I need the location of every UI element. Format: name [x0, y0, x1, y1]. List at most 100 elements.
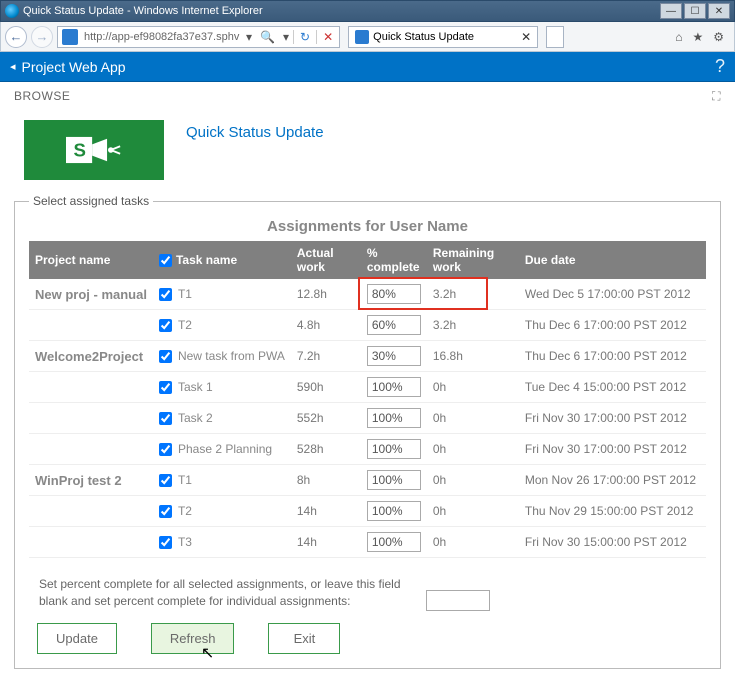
cell-due: Tue Dec 4 15:00:00 PST 2012	[519, 372, 706, 403]
home-icon[interactable]: ⌂	[675, 30, 682, 44]
cell-remaining: 3.2h	[427, 279, 519, 310]
cell-task: Task 2	[153, 403, 291, 434]
forward-button[interactable]: →	[31, 26, 53, 48]
tab-close-icon[interactable]: ✕	[521, 30, 531, 44]
exit-button[interactable]: Exit	[268, 623, 340, 654]
cell-remaining: 0h	[427, 403, 519, 434]
cell-actual: 7.2h	[291, 341, 361, 372]
browse-tab[interactable]: BROWSE	[14, 89, 70, 103]
table-row: New proj - manualT112.8h3.2hWed Dec 5 17…	[29, 279, 706, 310]
table-row: Task 1590h0hTue Dec 4 15:00:00 PST 2012	[29, 372, 706, 403]
percent-input[interactable]	[367, 408, 421, 428]
percent-input[interactable]	[367, 470, 421, 490]
bulk-instruction: Set percent complete for all selected as…	[39, 576, 706, 611]
cell-task: T1	[153, 279, 291, 310]
tab-title: Quick Status Update	[373, 31, 517, 43]
task-checkbox[interactable]	[159, 381, 172, 394]
percent-input[interactable]	[367, 501, 421, 521]
fieldset-legend: Select assigned tasks	[29, 194, 153, 208]
app-name: Project Web App	[22, 59, 126, 75]
stop-icon[interactable]: ✕	[316, 30, 339, 44]
cell-actual: 14h	[291, 527, 361, 558]
col-project: Project name	[29, 241, 153, 279]
percent-input[interactable]	[367, 532, 421, 552]
help-icon[interactable]: ?	[715, 56, 725, 77]
cell-actual: 552h	[291, 403, 361, 434]
col-actual: Actual work	[291, 241, 361, 279]
task-checkbox[interactable]	[159, 443, 172, 456]
app-ribbon: ◂ Project Web App ?	[0, 52, 735, 82]
cell-due: Thu Nov 29 15:00:00 PST 2012	[519, 496, 706, 527]
col-due: Due date	[519, 241, 706, 279]
cell-pct	[361, 403, 427, 434]
cell-due: Thu Dec 6 17:00:00 PST 2012	[519, 341, 706, 372]
svg-text:S: S	[73, 140, 85, 161]
table-row: WinProj test 2T18h0hMon Nov 26 17:00:00 …	[29, 465, 706, 496]
url-dropdown-icon[interactable]: ▾	[242, 30, 256, 44]
cell-project: WinProj test 2	[29, 465, 153, 496]
percent-input[interactable]	[367, 439, 421, 459]
search-dropdown-icon[interactable]: ▾	[279, 30, 293, 44]
cell-task: T2	[153, 496, 291, 527]
ie-icon	[5, 4, 19, 18]
cell-task: New task from PWA	[153, 341, 291, 372]
tools-icon[interactable]: ⚙	[713, 30, 724, 44]
cell-due: Mon Nov 26 17:00:00 PST 2012	[519, 465, 706, 496]
minimize-button[interactable]: —	[660, 3, 682, 19]
task-checkbox[interactable]	[159, 474, 172, 487]
ribbon-caret-icon[interactable]: ◂	[10, 60, 16, 73]
col-pct: % complete	[361, 241, 427, 279]
cell-pct	[361, 310, 427, 341]
task-checkbox[interactable]	[159, 536, 172, 549]
cell-due: Fri Nov 30 17:00:00 PST 2012	[519, 434, 706, 465]
task-checkbox[interactable]	[159, 288, 172, 301]
maximize-button[interactable]: ☐	[684, 3, 706, 19]
cell-pct	[361, 527, 427, 558]
cell-actual: 8h	[291, 465, 361, 496]
back-button[interactable]: ←	[5, 26, 27, 48]
task-checkbox[interactable]	[159, 350, 172, 363]
task-checkbox[interactable]	[159, 505, 172, 518]
percent-input[interactable]	[367, 346, 421, 366]
site-favicon	[62, 29, 78, 45]
browser-tab[interactable]: Quick Status Update ✕	[348, 26, 538, 48]
cell-remaining: 0h	[427, 496, 519, 527]
search-icon[interactable]: 🔍	[256, 30, 279, 44]
percent-input[interactable]	[367, 284, 421, 304]
url-input[interactable]	[82, 31, 242, 43]
cell-project	[29, 310, 153, 341]
cell-pct	[361, 372, 427, 403]
favorites-icon[interactable]: ★	[692, 30, 703, 44]
cell-pct	[361, 434, 427, 465]
bulk-instruction-text: Set percent complete for all selected as…	[39, 576, 419, 610]
assigned-tasks-fieldset: Select assigned tasks Assignments for Us…	[14, 194, 721, 669]
task-checkbox[interactable]	[159, 412, 172, 425]
cell-remaining: 0h	[427, 434, 519, 465]
percent-input[interactable]	[367, 315, 421, 335]
new-tab-button[interactable]	[546, 26, 564, 48]
cell-actual: 4.8h	[291, 310, 361, 341]
cell-due: Fri Nov 30 15:00:00 PST 2012	[519, 527, 706, 558]
cell-due: Wed Dec 5 17:00:00 PST 2012	[519, 279, 706, 310]
table-row: T314h0hFri Nov 30 15:00:00 PST 2012	[29, 527, 706, 558]
refresh-icon[interactable]: ↻	[293, 30, 316, 44]
cell-task: T2	[153, 310, 291, 341]
bulk-percent-input[interactable]	[426, 590, 490, 611]
percent-input[interactable]	[367, 377, 421, 397]
refresh-button[interactable]: Refresh	[151, 623, 235, 654]
focus-content-icon[interactable]: ⛶	[712, 89, 721, 104]
assignments-table: Project name Task name Actual work % com…	[29, 241, 706, 558]
update-button[interactable]: Update	[37, 623, 117, 654]
close-window-button[interactable]: ✕	[708, 3, 730, 19]
address-bar[interactable]: ▾ 🔍 ▾ ↻ ✕	[57, 26, 340, 48]
cell-remaining: 16.8h	[427, 341, 519, 372]
cell-project	[29, 496, 153, 527]
cell-task: Phase 2 Planning	[153, 434, 291, 465]
col-task-label: Task name	[176, 253, 237, 267]
cell-due: Fri Nov 30 17:00:00 PST 2012	[519, 403, 706, 434]
table-row: T24.8h3.2hThu Dec 6 17:00:00 PST 2012	[29, 310, 706, 341]
select-all-checkbox[interactable]	[159, 254, 172, 267]
table-row: T214h0hThu Nov 29 15:00:00 PST 2012	[29, 496, 706, 527]
browser-toolbar: ← → ▾ 🔍 ▾ ↻ ✕ Quick Status Update ✕ ⌂ ★ …	[0, 22, 735, 52]
task-checkbox[interactable]	[159, 319, 172, 332]
